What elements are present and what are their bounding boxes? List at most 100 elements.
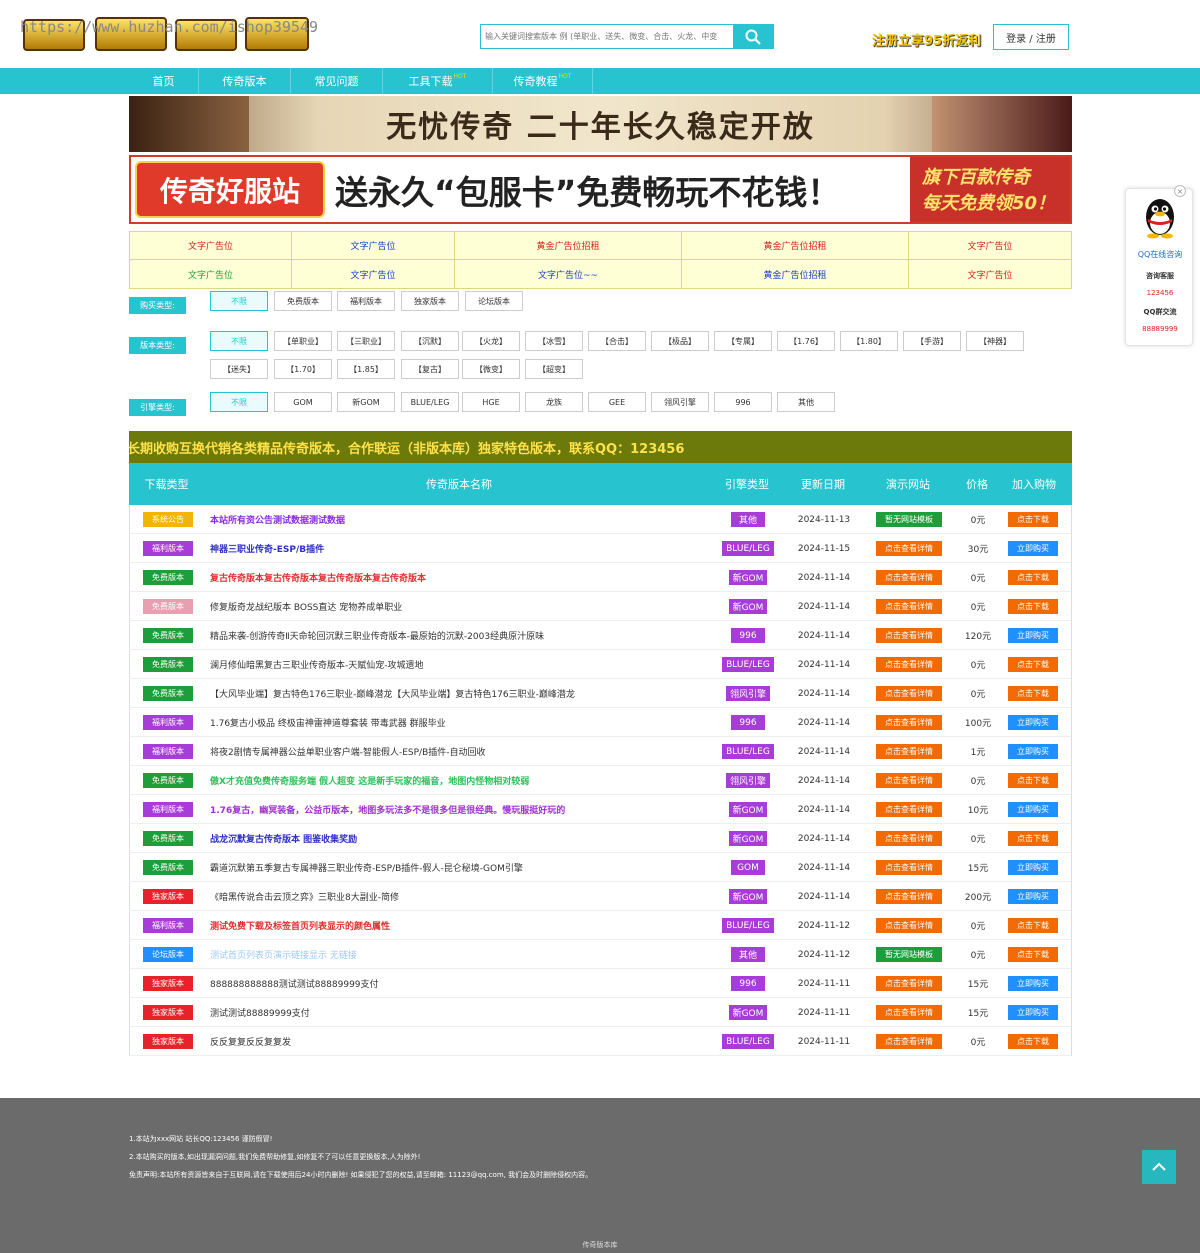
- download-type-tag[interactable]: 独家版本: [143, 889, 193, 904]
- version-name-link[interactable]: 霸道沉默第五季复古专属神器三职业传奇-ESP/B插件-假人-昆仑秘境-GOM引擎: [210, 861, 523, 874]
- text-ad-cell[interactable]: 文字广告位: [909, 232, 1071, 260]
- demo-site-button[interactable]: 点击查看详情: [876, 918, 942, 933]
- banner-ad-second[interactable]: 传奇好服站 送永久“包服卡”免费畅玩不花钱！ 旗下百款传奇 每天免费领50！: [129, 155, 1072, 224]
- filter-chip-version[interactable]: 【单职业】: [274, 331, 332, 351]
- download-type-tag[interactable]: 独家版本: [143, 1034, 193, 1049]
- filter-chip-buy[interactable]: 不限: [210, 291, 268, 311]
- cart-action-button[interactable]: 立即购买: [1008, 802, 1058, 817]
- filter-chip-version[interactable]: 【火龙】: [462, 331, 520, 351]
- download-type-tag[interactable]: 免费版本: [143, 860, 193, 875]
- demo-site-button[interactable]: 暂无网站模板: [876, 947, 942, 962]
- filter-chip-engine[interactable]: 不限: [210, 392, 268, 412]
- text-ad-cell[interactable]: 文字广告位: [909, 260, 1071, 288]
- filter-chip-version[interactable]: 【1.76】: [777, 331, 835, 351]
- cart-action-button[interactable]: 点击下载: [1008, 599, 1058, 614]
- filter-chip-version[interactable]: 【微变】: [462, 359, 520, 379]
- demo-site-button[interactable]: 点击查看详情: [876, 802, 942, 817]
- filter-chip-buy[interactable]: 独家版本: [401, 291, 459, 311]
- cart-action-button[interactable]: 点击下载: [1008, 512, 1058, 527]
- cart-action-button[interactable]: 立即购买: [1008, 1005, 1058, 1020]
- filter-chip-buy[interactable]: 论坛版本: [465, 291, 523, 311]
- filter-chip-engine[interactable]: GEE: [588, 392, 646, 412]
- cart-action-button[interactable]: 点击下载: [1008, 947, 1058, 962]
- filter-chip-version[interactable]: 【极品】: [651, 331, 709, 351]
- demo-site-button[interactable]: 点击查看详情: [876, 744, 942, 759]
- cart-action-button[interactable]: 点击下载: [1008, 657, 1058, 672]
- filter-chip-version[interactable]: 【1.80】: [840, 331, 898, 351]
- version-name-link[interactable]: 反反复复反反复复发: [210, 1035, 291, 1048]
- filter-chip-engine[interactable]: HGE: [462, 392, 520, 412]
- filter-chip-version[interactable]: 【1.70】: [274, 359, 332, 379]
- qq-group-number[interactable]: 88889999: [1126, 325, 1194, 333]
- filter-chip-version[interactable]: 不限: [210, 331, 268, 351]
- version-name-link[interactable]: 战龙沉默复古传奇版本 图鉴收集奖励: [210, 832, 357, 845]
- text-ad-cell[interactable]: 文字广告位: [130, 260, 292, 288]
- filter-chip-version[interactable]: 【冰雪】: [525, 331, 583, 351]
- download-type-tag[interactable]: 免费版本: [143, 628, 193, 643]
- qq-service-number[interactable]: 123456: [1126, 289, 1194, 297]
- demo-site-button[interactable]: 点击查看详情: [876, 773, 942, 788]
- filter-chip-version[interactable]: 【1.85】: [337, 359, 395, 379]
- back-to-top-button[interactable]: [1142, 1150, 1176, 1184]
- version-name-link[interactable]: 《暗黑传说合击云顶之弈》三职业8大副业-简修: [210, 890, 399, 903]
- filter-chip-buy[interactable]: 免费版本: [274, 291, 332, 311]
- demo-site-button[interactable]: 点击查看详情: [876, 570, 942, 585]
- demo-site-button[interactable]: 点击查看详情: [876, 889, 942, 904]
- search-button[interactable]: [733, 25, 773, 48]
- cart-action-button[interactable]: 点击下载: [1008, 1034, 1058, 1049]
- version-name-link[interactable]: 修复版奇龙战纪版本 BOSS直达 宠物养成单职业: [210, 600, 402, 613]
- demo-site-button[interactable]: 点击查看详情: [876, 1005, 942, 1020]
- filter-chip-version[interactable]: 【手游】: [903, 331, 961, 351]
- version-name-link[interactable]: 测试测试88889999支付: [210, 1006, 310, 1019]
- text-ad-cell[interactable]: 黄金广告位招租: [455, 232, 682, 260]
- site-logo[interactable]: https://www.huzhan.com/ishop39549: [16, 14, 318, 56]
- cart-action-button[interactable]: 点击下载: [1008, 773, 1058, 788]
- demo-site-button[interactable]: 点击查看详情: [876, 976, 942, 991]
- download-type-tag[interactable]: 系统公告: [143, 512, 193, 527]
- version-name-link[interactable]: 本站所有资公告测试数据测试数据: [210, 513, 345, 526]
- cart-action-button[interactable]: 点击下载: [1008, 831, 1058, 846]
- cart-action-button[interactable]: 立即购买: [1008, 628, 1058, 643]
- download-type-tag[interactable]: 福利版本: [143, 802, 193, 817]
- filter-chip-version[interactable]: 【复古】: [401, 359, 459, 379]
- version-name-link[interactable]: 神器三职业传奇-ESP/B插件: [210, 542, 324, 555]
- nav-item-faq[interactable]: 常见问题: [291, 68, 383, 94]
- version-name-link[interactable]: 傲X才充值免费传奇服务端 假人超变 这是新手玩家的福音，地图内怪物相对较弱: [210, 774, 529, 787]
- nav-item-home[interactable]: 首页: [129, 68, 199, 94]
- download-type-tag[interactable]: 福利版本: [143, 744, 193, 759]
- download-type-tag[interactable]: 福利版本: [143, 541, 193, 556]
- cart-action-button[interactable]: 立即购买: [1008, 889, 1058, 904]
- download-type-tag[interactable]: 免费版本: [143, 570, 193, 585]
- cart-action-button[interactable]: 点击下载: [1008, 686, 1058, 701]
- cart-action-button[interactable]: 立即购买: [1008, 744, 1058, 759]
- qq-penguin-icon[interactable]: [1140, 195, 1180, 239]
- text-ad-cell[interactable]: 黄金广告位招租: [682, 232, 909, 260]
- version-name-link[interactable]: 1.76复古，幽冥装备，公益币版本，地图多玩法多不是很多但是很经典。慢玩服挺好玩…: [210, 803, 565, 816]
- version-name-link[interactable]: 1.76复古小极品 终极宙神雷神道尊套装 带毒武器 群服毕业: [210, 716, 446, 729]
- version-name-link[interactable]: 【大风毕业端】复古特色176三职业-巅峰潜龙【大风毕业端】复古特色176三职业-…: [210, 687, 575, 700]
- version-name-link[interactable]: 复古传奇版本复古传奇版本复古传奇版本复古传奇版本: [210, 571, 426, 584]
- demo-site-button[interactable]: 点击查看详情: [876, 599, 942, 614]
- demo-site-button[interactable]: 点击查看详情: [876, 1034, 942, 1049]
- filter-chip-engine[interactable]: 其他: [777, 392, 835, 412]
- nav-item-tutorials[interactable]: 传奇教程 HOT: [493, 68, 593, 94]
- filter-chip-engine[interactable]: GOM: [274, 392, 332, 412]
- text-ad-cell[interactable]: 文字广告位: [292, 232, 455, 260]
- demo-site-button[interactable]: 点击查看详情: [876, 628, 942, 643]
- filter-chip-engine[interactable]: 新GOM: [337, 392, 395, 412]
- text-ad-cell[interactable]: 文字广告位: [130, 232, 292, 260]
- text-ad-cell[interactable]: 文字广告位~~: [455, 260, 682, 288]
- version-name-link[interactable]: 测试首页列表页演示链接显示 无链接: [210, 948, 357, 961]
- register-promo[interactable]: 注册立享95折返利: [872, 30, 981, 49]
- filter-chip-engine[interactable]: 龙族: [525, 392, 583, 412]
- filter-chip-version[interactable]: 【沉默】: [401, 331, 459, 351]
- filter-chip-version[interactable]: 【专属】: [714, 331, 772, 351]
- qq-online-link[interactable]: QQ在线咨询: [1126, 249, 1194, 260]
- search-input[interactable]: [481, 25, 733, 48]
- login-register-button[interactable]: 登录 / 注册: [993, 24, 1069, 50]
- filter-chip-engine[interactable]: 996: [714, 392, 772, 412]
- version-name-link[interactable]: 澜月修仙暗黑复古三职业传奇版本-天赋仙宠-攻城遗地: [210, 658, 424, 671]
- filter-chip-version[interactable]: 【超变】: [525, 359, 583, 379]
- download-type-tag[interactable]: 福利版本: [143, 715, 193, 730]
- demo-site-button[interactable]: 点击查看详情: [876, 860, 942, 875]
